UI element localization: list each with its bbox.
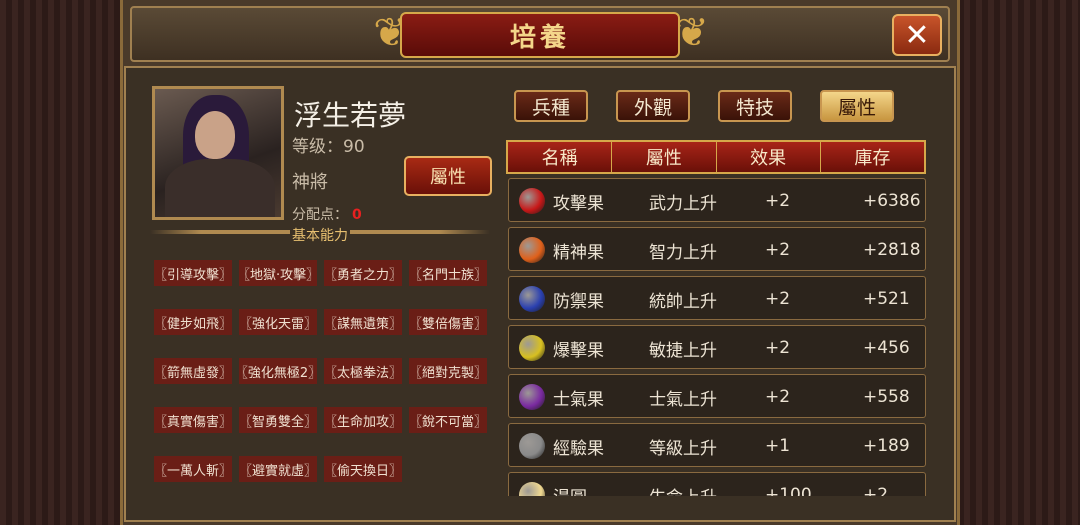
table-row[interactable]: 精神果 智力上升 +2 +2818 [508,227,926,271]
column-header: 名稱 [508,142,613,172]
table-header: 名稱 屬性 效果 庫存 [506,140,926,174]
cell-attr: 統帥上升 [649,291,717,312]
table-row[interactable]: 攻擊果 武力上升 +2 +6386 [508,178,926,222]
tab-1[interactable]: 外觀 [616,90,690,122]
skill-item[interactable]: 〖生命加攻〗 [324,407,402,433]
points-value: 0 [352,207,362,223]
skill-item[interactable]: 〖智勇雙全〗 [239,407,317,433]
skill-item[interactable]: 〖真實傷害〗 [154,407,232,433]
attribute-button[interactable]: 屬性 [404,156,492,196]
cell-stock: +6386 [863,191,921,211]
cell-name: 經驗果 [553,438,604,459]
hero-level: 等级：90 [292,137,365,157]
skill-item[interactable]: 〖雙倍傷害〗 [409,309,487,335]
red-fruit-icon [519,188,545,214]
column-header: 庫存 [854,148,891,169]
cell-stock: +558 [863,387,910,407]
cell-attr: 生命上升 [649,473,717,497]
hero-name: 浮生若夢 [294,99,407,132]
cell-effect: +2 [765,289,791,309]
cell-effect: +100 [765,485,812,496]
skill-item[interactable]: 〖絕對克製〗 [409,358,487,384]
yellow-fruit-icon [519,335,545,361]
table-row[interactable]: 士氣果 士氣上升 +2 +558 [508,374,926,418]
cell-attr: 武力上升 [649,193,717,214]
hero-rank: 神將 [292,172,328,193]
cell-name: 爆擊果 [553,340,604,361]
background-left [0,0,140,525]
cell-stock: +521 [863,289,910,309]
cell-name: 湯圓 [553,473,587,497]
tab-0[interactable]: 兵種 [514,90,588,122]
table-row[interactable]: 爆擊果 敏捷上升 +2 +456 [508,325,926,369]
skill-item[interactable]: 〖地獄·攻擊〗 [237,260,319,286]
skill-item[interactable]: 〖謀無遺策〗 [324,309,402,335]
skill-item[interactable]: 〖引導攻擊〗 [154,260,232,286]
cell-effect: +2 [765,387,791,407]
section-label: 基本能力 [290,225,350,245]
purple-fruit-icon [519,384,545,410]
gray-fruit-icon [519,433,545,459]
allocation-points: 分配点： 0 [292,207,362,223]
title-banner: 培養 [400,12,680,58]
close-icon: ✕ [904,17,930,53]
tab-2[interactable]: 特技 [718,90,792,122]
cell-attr: 等級上升 [649,438,717,459]
skill-item[interactable]: 〖偷天換日〗 [324,456,402,482]
hero-portrait [152,86,284,220]
cell-effect: +2 [765,240,791,260]
skill-item[interactable]: 〖名門士族〗 [409,260,487,286]
skill-item[interactable]: 〖避實就虛〗 [239,456,317,482]
dumpling-icon [519,482,545,496]
table-row[interactable]: 經驗果 等級上升 +1 +189 [508,423,926,467]
orange-fruit-icon [519,237,545,263]
cell-name: 防禦果 [553,291,604,312]
column-header: 效果 [717,142,821,172]
page-title: 培養 [509,22,570,53]
fruit-table: 攻擊果 武力上升 +2 +6386 精神果 智力上升 +2 +2818 防禦果 統帥上升 +2 +52… [506,178,928,496]
blue-fruit-icon [519,286,545,312]
cell-attr: 士氣上升 [649,389,717,410]
cell-name: 精神果 [553,242,604,263]
cell-attr: 敏捷上升 [649,340,717,361]
background-right [940,0,1080,525]
skill-item[interactable]: 〖強化天雷〗 [239,309,317,335]
table-row[interactable]: 湯圓 生命上升 +100 +2 [508,472,926,496]
column-header: 屬性 [612,142,717,172]
cell-name: 士氣果 [553,389,604,410]
close-button[interactable]: ✕ [892,14,942,56]
cell-stock: +2818 [863,240,921,260]
skill-item[interactable]: 〖銳不可當〗 [409,407,487,433]
cell-stock: +2 [863,485,889,496]
tab-3[interactable]: 屬性 [820,90,894,122]
cell-attr: 智力上升 [649,242,717,263]
cell-effect: +2 [765,338,791,358]
cell-stock: +456 [863,338,910,358]
skill-item[interactable]: 〖強化無極2〗 [235,358,321,384]
skill-item[interactable]: 〖太極拳法〗 [324,358,402,384]
skill-item[interactable]: 〖箭無虛發〗 [154,358,232,384]
skill-item[interactable]: 〖一萬人斬〗 [154,456,232,482]
cell-name: 攻擊果 [553,193,604,214]
skill-item[interactable]: 〖健步如飛〗 [154,309,232,335]
skill-item[interactable]: 〖勇者之力〗 [324,260,402,286]
table-row[interactable]: 防禦果 統帥上升 +2 +521 [508,276,926,320]
cell-effect: +1 [765,436,791,456]
cell-effect: +2 [765,191,791,211]
cell-stock: +189 [863,436,910,456]
